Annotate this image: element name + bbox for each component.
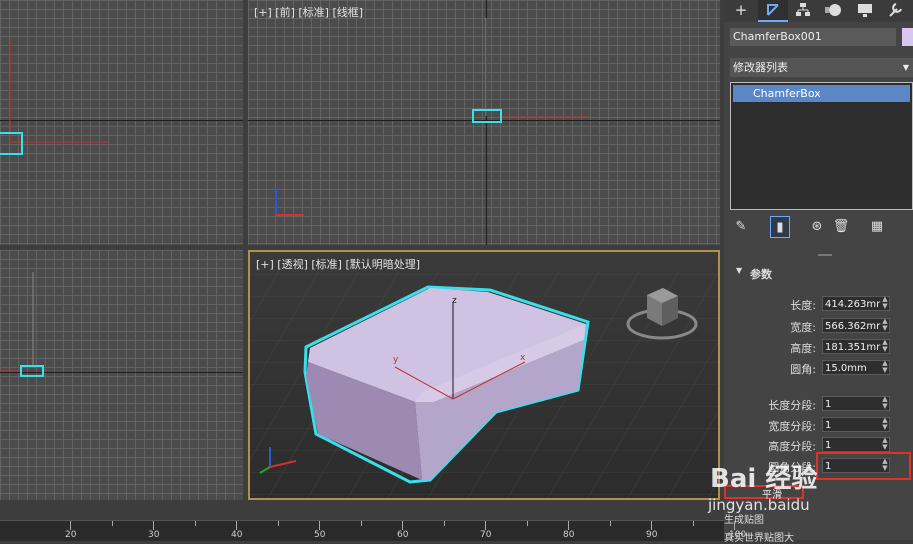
timeline-tick (443, 521, 445, 526)
fillet-spinner-arrows[interactable]: ▲ ▼ (880, 360, 890, 375)
width-spinner-arrows[interactable]: ▲ ▼ (880, 318, 890, 333)
param-label-width: 宽度: (790, 321, 816, 334)
pin-stack-icon[interactable]: ✎ (732, 216, 750, 236)
seg-label-width: 宽度分段: (768, 420, 816, 433)
watermark-brand: Bai 经验 (710, 464, 818, 494)
viewport-top-left[interactable] (0, 0, 243, 245)
timeline-tick (651, 521, 652, 530)
modify-icon (767, 4, 779, 16)
timeline-tick (70, 521, 71, 530)
object-color-swatch[interactable] (902, 28, 913, 46)
configure-sets-icon[interactable]: ▦ (868, 216, 886, 236)
modifier-list-label: 修改器列表 (733, 61, 788, 74)
display-icon (858, 4, 872, 17)
parameters-rollout-header[interactable]: ▼ 参数 (724, 264, 913, 282)
make-unique-icon[interactable]: ⊛ (808, 216, 826, 236)
trash-icon[interactable]: 🗑 (832, 216, 850, 236)
panel-divider (818, 254, 832, 256)
front-gizmo (275, 18, 588, 216)
timeline-tick-label: 30 (148, 530, 160, 540)
timeline-tick (236, 521, 237, 530)
object-name-field[interactable]: ChamferBox001 (730, 28, 896, 46)
timeline-tick (111, 521, 113, 526)
length-spinner-arrows[interactable]: ▲ ▼ (880, 296, 890, 311)
hierarchy-icon (796, 3, 810, 16)
height-spinner-arrows[interactable]: ▲ ▼ (880, 339, 890, 354)
timeline-tick (485, 521, 486, 530)
timeline-tick (277, 521, 279, 526)
timeline-tick-label: 60 (397, 530, 409, 540)
timeline-tick (153, 521, 154, 530)
perspective-scene (250, 272, 718, 498)
motion-tab[interactable] (818, 0, 848, 20)
wrench-icon (889, 3, 902, 17)
timeline-tick-label: 80 (563, 530, 575, 540)
timeline-tick-label: 50 (314, 530, 326, 540)
timeline-tick (692, 521, 694, 526)
hierarchy-tab[interactable] (788, 0, 818, 20)
timeline-tick-label: 70 (480, 530, 492, 540)
chevron-down-icon: ▼ (902, 63, 909, 72)
gizmo-z-label: z (452, 296, 457, 306)
viewport-perspective[interactable]: [+] [透视] [标准] [默认明暗处理] z y x (248, 250, 720, 500)
timeline-tick (526, 521, 528, 526)
rollout-collapse-icon: ▼ (736, 266, 743, 275)
gizmo-x-label: x (520, 353, 526, 363)
utilities-tab[interactable] (880, 0, 910, 20)
length-segs-arrows[interactable]: ▲ ▼ (880, 396, 890, 411)
timeline-tick-label: 20 (65, 530, 77, 540)
timeline-tick (360, 521, 362, 526)
modifier-list-dropdown[interactable]: 修改器列表 ▼ (730, 58, 913, 77)
parameters-title: 参数 (750, 268, 772, 281)
gizmo-y-label: y (393, 355, 399, 365)
bottom-left-gizmo (0, 272, 44, 377)
timeline-tick (194, 521, 196, 526)
create-tab[interactable]: + (726, 0, 756, 20)
show-end-result-icon[interactable]: ▮ (770, 216, 790, 238)
timeline-tick (402, 521, 403, 530)
motion-icon (825, 4, 841, 16)
param-label-height: 高度: (790, 342, 816, 355)
timeline-tick-label: 90 (646, 530, 658, 540)
timeline-tick (609, 521, 611, 526)
stack-item-chamferbox[interactable]: ChamferBox (733, 85, 910, 102)
viewport-front[interactable]: [+] [前] [标准] [线框] (248, 0, 720, 245)
display-tab[interactable] (850, 0, 880, 20)
stack-toolbar: ✎ ▮ ⊛ 🗑 ▦ (730, 216, 913, 238)
timeline-tick-label: 100 (729, 530, 747, 540)
modifier-stack[interactable]: ChamferBox (730, 82, 913, 210)
param-label-fillet: 圆角: (790, 363, 816, 376)
modify-tab[interactable] (758, 0, 788, 22)
timeline-tick (319, 521, 320, 530)
timeline-ruler[interactable]: 20 30 40 50 60 70 80 90 100 (0, 520, 746, 541)
top-left-gizmo (0, 40, 110, 155)
watermark: Bai 经验 jingyan.baidu (700, 450, 900, 530)
param-label-length: 长度: (790, 299, 816, 312)
watermark-url: jingyan.baidu (708, 496, 810, 514)
viewport-bottom-left[interactable] (0, 250, 243, 500)
seg-label-length: 长度分段: (768, 399, 816, 412)
timeline-tick (568, 521, 569, 530)
panel-tabbar: + (724, 0, 913, 22)
width-segs-arrows[interactable]: ▲ ▼ (880, 417, 890, 432)
timeline-tick-label: 40 (231, 530, 243, 540)
